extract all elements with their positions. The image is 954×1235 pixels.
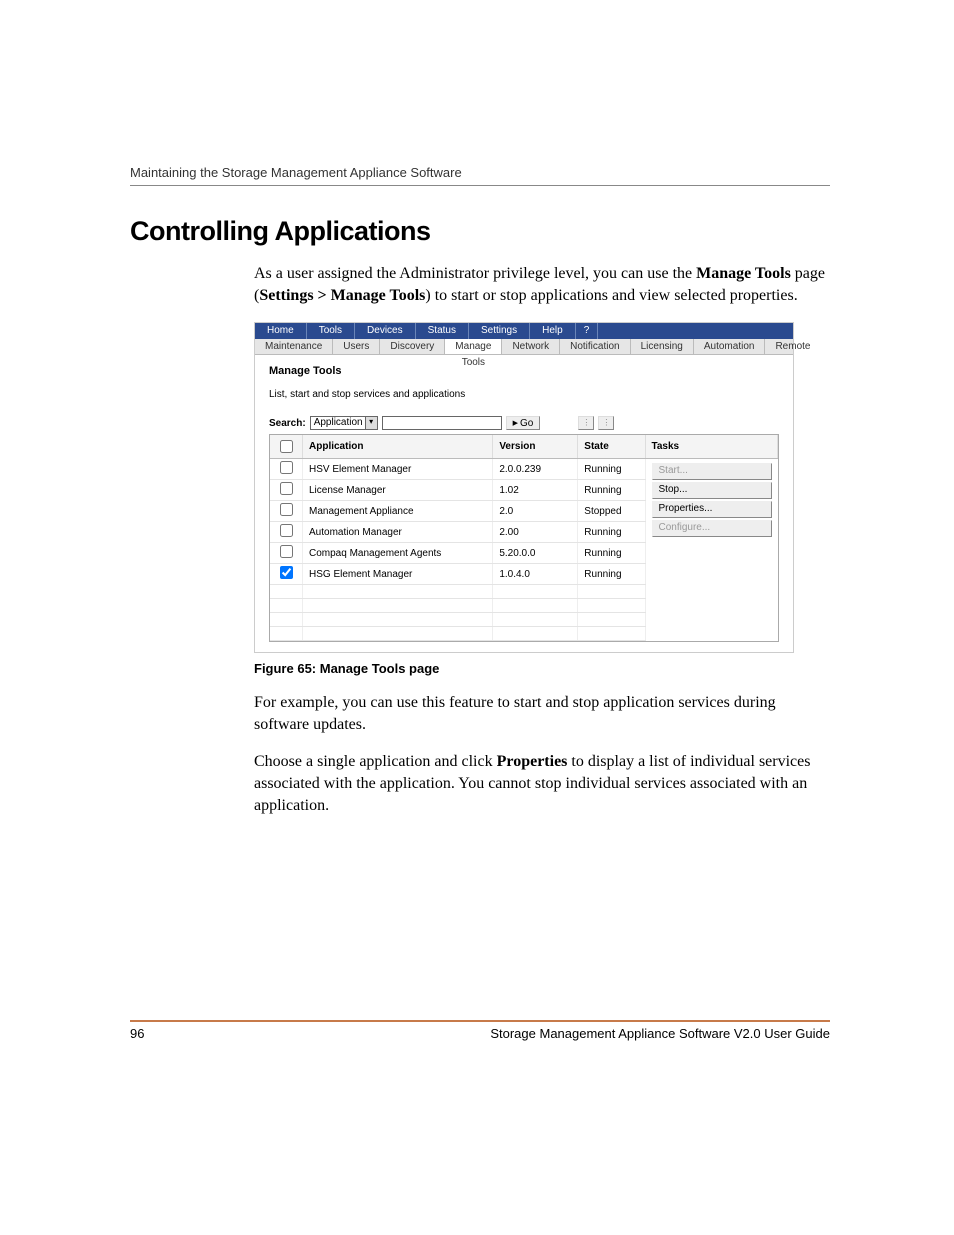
row-checkbox[interactable]	[280, 503, 293, 516]
menu-home[interactable]: Home	[255, 323, 307, 339]
page-number: 96	[130, 1026, 144, 1041]
cell-app: Compaq Management Agents	[303, 543, 493, 564]
chevron-down-icon: ▾	[365, 417, 377, 429]
cell-state: Running	[578, 564, 645, 585]
cell-state: Running	[578, 480, 645, 501]
menubar: Home Tools Devices Status Settings Help …	[255, 323, 793, 339]
cell-state: Running	[578, 543, 645, 564]
figure-caption: Figure 65: Manage Tools page	[254, 661, 830, 676]
menu-status[interactable]: Status	[416, 323, 469, 339]
body-term-properties: Properties	[497, 753, 568, 770]
cell-ver: 1.02	[493, 480, 578, 501]
start-button[interactable]: Start...	[652, 463, 772, 480]
menu-settings[interactable]: Settings	[469, 323, 530, 339]
cell-ver: 2.00	[493, 522, 578, 543]
cell-state: Stopped	[578, 501, 645, 522]
footer-rule	[130, 1020, 830, 1022]
submenu: Maintenance Users Discovery Manage Tools…	[255, 339, 793, 355]
submenu-users[interactable]: Users	[333, 339, 380, 354]
search-input[interactable]	[382, 416, 502, 430]
search-select-value: Application	[314, 417, 363, 428]
submenu-manage-tools[interactable]: Manage Tools	[445, 339, 502, 354]
configure-button[interactable]: Configure...	[652, 520, 772, 537]
col-checkbox	[270, 435, 303, 459]
cell-app: Automation Manager	[303, 522, 493, 543]
row-checkbox[interactable]	[280, 545, 293, 558]
col-state[interactable]: State	[578, 435, 645, 459]
toolbar-button-2[interactable]: ⋮	[598, 416, 614, 430]
menu-devices[interactable]: Devices	[355, 323, 416, 339]
submenu-remote[interactable]: Remote	[765, 339, 820, 354]
menu-tools[interactable]: Tools	[307, 323, 355, 339]
col-application[interactable]: Application	[303, 435, 493, 459]
play-icon: ▶	[513, 419, 518, 427]
submenu-notification[interactable]: Notification	[560, 339, 630, 354]
row-checkbox[interactable]	[280, 524, 293, 537]
cell-app: License Manager	[303, 480, 493, 501]
panel-description: List, start and stop services and applic…	[269, 389, 779, 400]
row-checkbox[interactable]	[280, 482, 293, 495]
cell-ver: 1.0.4.0	[493, 564, 578, 585]
search-type-select[interactable]: Application ▾	[310, 416, 378, 430]
cell-ver: 2.0.0.239	[493, 459, 578, 480]
cell-app: Management Appliance	[303, 501, 493, 522]
header-rule	[130, 185, 830, 186]
cell-state: Running	[578, 459, 645, 480]
menu-help[interactable]: Help	[530, 323, 576, 339]
panel-title: Manage Tools	[269, 365, 779, 377]
col-tasks: Tasks	[645, 435, 778, 459]
menu-question[interactable]: ?	[576, 323, 599, 339]
table-row[interactable]: HSV Element Manager 2.0.0.239 Running St…	[270, 459, 778, 480]
applications-table: Application Version State Tasks HSV Elem…	[270, 435, 778, 641]
cell-app: HSV Element Manager	[303, 459, 493, 480]
footer-doc-title: Storage Management Appliance Software V2…	[490, 1026, 830, 1041]
body-paragraph: For example, you can use this feature to…	[254, 692, 830, 735]
intro-paragraph: As a user assigned the Administrator pri…	[254, 263, 830, 306]
screenshot-figure: Home Tools Devices Status Settings Help …	[254, 322, 794, 653]
body-paragraph: Choose a single application and click Pr…	[254, 751, 830, 816]
go-button-label: Go	[520, 418, 533, 429]
page-title: Controlling Applications	[130, 216, 830, 247]
intro-text: ) to start or stop applications and view…	[425, 287, 797, 304]
col-version[interactable]: Version	[493, 435, 578, 459]
submenu-automation[interactable]: Automation	[694, 339, 766, 354]
submenu-licensing[interactable]: Licensing	[631, 339, 694, 354]
cell-ver: 2.0	[493, 501, 578, 522]
intro-term-manage-tools: Manage Tools	[696, 265, 791, 282]
row-checkbox[interactable]	[280, 461, 293, 474]
properties-button[interactable]: Properties...	[652, 501, 772, 518]
row-checkbox[interactable]	[280, 566, 293, 579]
submenu-maintenance[interactable]: Maintenance	[255, 339, 333, 354]
search-label: Search:	[269, 418, 306, 429]
submenu-discovery[interactable]: Discovery	[380, 339, 445, 354]
toolbar-button-1[interactable]: ⋮	[578, 416, 594, 430]
stop-button[interactable]: Stop...	[652, 482, 772, 499]
intro-breadcrumb: Settings > Manage Tools	[259, 287, 425, 304]
submenu-network[interactable]: Network	[502, 339, 560, 354]
cell-state: Running	[578, 522, 645, 543]
intro-text: As a user assigned the Administrator pri…	[254, 265, 696, 282]
cell-app: HSG Element Manager	[303, 564, 493, 585]
cell-ver: 5.20.0.0	[493, 543, 578, 564]
select-all-checkbox[interactable]	[280, 440, 293, 453]
body-text: Choose a single application and click	[254, 753, 497, 770]
running-header: Maintaining the Storage Management Appli…	[130, 165, 830, 185]
go-button[interactable]: ▶ Go	[506, 416, 541, 430]
